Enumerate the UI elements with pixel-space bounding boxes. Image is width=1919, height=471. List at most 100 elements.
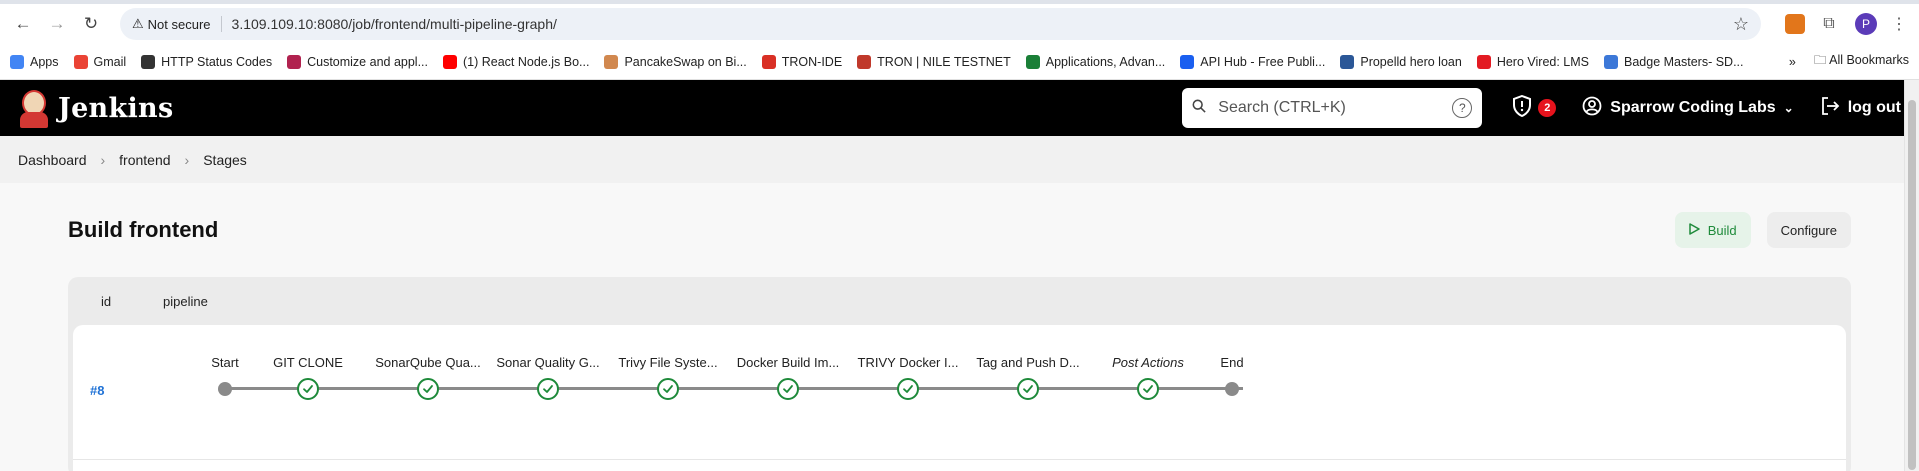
bookmark-label: (1) React Node.js Bo...: [463, 54, 590, 69]
bookmark-label: Customize and appl...: [307, 54, 428, 69]
bookmark-favicon-icon: [287, 54, 302, 69]
browser-menu-icon[interactable]: ⋮: [1887, 12, 1911, 36]
stage-label[interactable]: Post Actions: [1112, 355, 1184, 370]
scrollbar-thumb[interactable]: [1908, 100, 1916, 470]
logout-label: log out: [1847, 99, 1901, 116]
table-row: #8 Start GIT CLONE SonarQube Qua... Sonar Q…: [73, 325, 1846, 459]
stage-label[interactable]: SonarQube Qua...: [375, 355, 481, 370]
bookmark-favicon-icon: [10, 54, 24, 69]
stage-label[interactable]: Trivy File Syste...: [618, 355, 717, 370]
jenkins-logo[interactable]: Jenkins: [18, 88, 173, 128]
warning-icon: ⚠: [132, 16, 144, 31]
bookmark-favicon-icon: [1476, 54, 1491, 69]
metamask-icon[interactable]: [1783, 12, 1807, 36]
bookmark-label: Hero Vired: LMS: [1496, 54, 1589, 69]
page-actions: Build Configure: [1674, 212, 1851, 248]
bookmark-label: Propelld hero loan: [1360, 54, 1462, 69]
user-menu[interactable]: Sparrow Coding Labs ⌄: [1582, 96, 1794, 121]
bookmark-item[interactable]: PancakeSwap on Bi...: [604, 54, 747, 69]
bookmark-item[interactable]: Gmail: [73, 54, 127, 69]
forward-icon[interactable]: →: [42, 9, 72, 39]
pipeline-table: id pipeline #8 Start GIT CLONE SonarQube Q…: [68, 277, 1851, 471]
shield-icon: [1512, 94, 1532, 122]
chevron-right-icon: ›: [100, 151, 106, 168]
bookmark-favicon-icon: [1604, 54, 1618, 69]
stage-label[interactable]: GIT CLONE: [273, 355, 343, 370]
bookmark-item[interactable]: TRON-IDE: [761, 54, 843, 69]
logout-link[interactable]: log out: [1820, 96, 1901, 121]
profile-avatar[interactable]: P: [1855, 13, 1877, 35]
bookmark-label: Apps: [30, 54, 59, 69]
bookmark-label: TRON-IDE: [781, 54, 843, 69]
breadcrumb-frontend[interactable]: frontend: [119, 152, 170, 168]
breadcrumb-stages[interactable]: Stages: [203, 152, 247, 168]
stage-success-icon[interactable]: [657, 378, 679, 400]
breadcrumb-dashboard[interactable]: Dashboard: [18, 152, 87, 168]
search-box[interactable]: Search (CTRL+K) ?: [1182, 88, 1483, 128]
address-bar[interactable]: ⚠ Not secure 3.109.109.10:8080/job/front…: [120, 8, 1761, 40]
stage-label[interactable]: TRIVY Docker I...: [858, 355, 959, 370]
more-bookmarks-icon[interactable]: »: [1789, 55, 1796, 69]
bookmark-label: PancakeSwap on Bi...: [624, 54, 747, 69]
reload-icon[interactable]: ↻: [76, 9, 106, 39]
bookmark-favicon-icon: [1340, 54, 1355, 69]
bookmark-label: Gmail: [93, 54, 127, 69]
play-icon: [1688, 222, 1700, 238]
stage-label[interactable]: Start: [211, 355, 238, 370]
pipeline-connector: [225, 387, 1243, 390]
url-text[interactable]: 3.109.109.10:8080/job/frontend/multi-pip…: [232, 16, 1733, 32]
bookmark-item[interactable]: TRON | NILE TESTNET: [857, 54, 1011, 69]
stage-success-icon[interactable]: [777, 378, 799, 400]
stage-label[interactable]: End: [1220, 355, 1243, 370]
main-content: Build frontend Build Configure id pipeli…: [0, 183, 1919, 471]
bookmark-favicon-icon: [857, 54, 872, 69]
bookmark-favicon-icon: [1025, 54, 1040, 69]
stage-label[interactable]: Tag and Push D...: [976, 355, 1079, 370]
back-icon[interactable]: ←: [8, 9, 38, 39]
page-scrollbar[interactable]: [1904, 80, 1919, 471]
stage-success-icon[interactable]: [537, 378, 559, 400]
bookmarks-right: » 🗀 All Bookmarks: [1789, 51, 1909, 72]
bookmark-favicon-icon: [1180, 54, 1195, 69]
help-icon[interactable]: ?: [1452, 98, 1473, 118]
search-input[interactable]: Search (CTRL+K): [1218, 99, 1452, 117]
stage-success-icon[interactable]: [897, 378, 919, 400]
bookmark-item[interactable]: (1) React Node.js Bo...: [443, 54, 590, 69]
build-label: Build: [1707, 222, 1737, 238]
breadcrumb: Dashboard › frontend › Stages: [0, 136, 1919, 183]
build-button[interactable]: Build: [1674, 212, 1751, 248]
all-bookmarks-folder[interactable]: 🗀 All Bookmarks: [1814, 51, 1909, 72]
bookmark-label: Applications, Advan...: [1045, 54, 1166, 69]
stage-label[interactable]: Docker Build Im...: [737, 355, 840, 370]
security-badge: 2: [1538, 99, 1557, 117]
bookmark-item[interactable]: Propelld hero loan: [1340, 54, 1462, 69]
bookmark-favicon-icon: [443, 54, 457, 69]
bookmark-star-icon[interactable]: ☆: [1733, 14, 1749, 35]
bookmark-item[interactable]: Customize and appl...: [287, 54, 428, 69]
stage-label[interactable]: Sonar Quality G...: [496, 355, 599, 370]
table-header: id pipeline: [73, 277, 1846, 325]
bookmark-item[interactable]: Hero Vired: LMS: [1476, 54, 1589, 69]
stage-success-icon[interactable]: [297, 378, 319, 400]
column-id: id: [101, 293, 112, 309]
security-monitor[interactable]: 2: [1512, 94, 1557, 122]
bookmark-favicon-icon: [761, 54, 776, 69]
stage-success-icon[interactable]: [417, 378, 439, 400]
configure-button[interactable]: Configure: [1766, 212, 1851, 248]
bookmark-favicon-icon: [604, 54, 619, 69]
bookmarks-bar: Apps Gmail HTTP Status Codes Customize and …: [0, 44, 1919, 80]
bookmark-item[interactable]: HTTP Status Codes: [141, 54, 272, 69]
bookmark-item[interactable]: Badge Masters- SD...: [1604, 54, 1744, 69]
bookmark-item[interactable]: Applications, Advan...: [1025, 54, 1166, 69]
bookmark-item[interactable]: API Hub - Free Publi...: [1180, 54, 1325, 69]
bookmark-item[interactable]: Apps: [10, 54, 59, 69]
extensions-icon[interactable]: ⧉: [1817, 12, 1841, 36]
search-icon: [1192, 99, 1206, 118]
user-icon: [1582, 96, 1602, 121]
stage-success-icon[interactable]: [1137, 378, 1159, 400]
stage-success-icon[interactable]: [1017, 378, 1039, 400]
brand-name: Jenkins: [58, 92, 174, 124]
security-indicator[interactable]: ⚠ Not secure: [132, 16, 222, 32]
run-link[interactable]: #8: [90, 383, 104, 398]
browser-toolbar: ← → ↻ ⚠ Not secure 3.109.109.10:8080/job…: [0, 4, 1919, 44]
